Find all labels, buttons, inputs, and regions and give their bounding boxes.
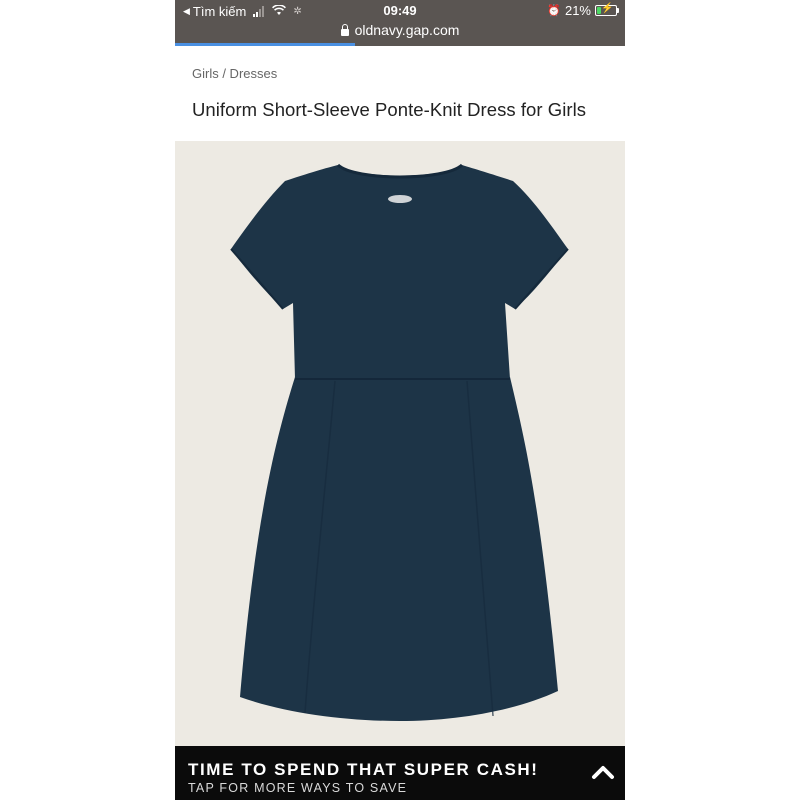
promo-title: TIME TO SPEND THAT SUPER CASH! [188,760,539,779]
battery-icon: ⚡ [595,3,619,16]
breadcrumb[interactable]: Girls / Dresses [192,66,277,81]
status-bar: ◀ Tìm kiếm ✲ 09:49 ⏰ 21% ⚡ [175,3,625,21]
navy-dress-image [230,163,569,721]
product-title: Uniform Short-Sleeve Ponte-Knit Dress fo… [192,99,587,120]
url-text: oldnavy.gap.com [354,22,460,38]
address-bar[interactable]: oldnavy.gap.com [175,22,625,38]
status-right: ⏰ 21% ⚡ [547,3,619,18]
product-image[interactable] [175,141,625,746]
chevron-up-icon[interactable] [591,762,615,782]
page-load-progress-bar [175,43,355,46]
promo-subtitle: TAP FOR MORE WAYS TO SAVE [188,781,408,795]
mobile-screen: ◀ Tìm kiếm ✲ 09:49 ⏰ 21% ⚡ oldnavy.gap.c… [175,0,625,800]
browser-top-bar: ◀ Tìm kiếm ✲ 09:49 ⏰ 21% ⚡ oldnavy.gap.c… [175,0,625,46]
alarm-icon: ⏰ [547,5,561,17]
battery-percent: 21% [564,3,591,18]
promo-banner[interactable]: TIME TO SPEND THAT SUPER CASH! TAP FOR M… [175,746,625,800]
lock-icon [340,24,349,36]
